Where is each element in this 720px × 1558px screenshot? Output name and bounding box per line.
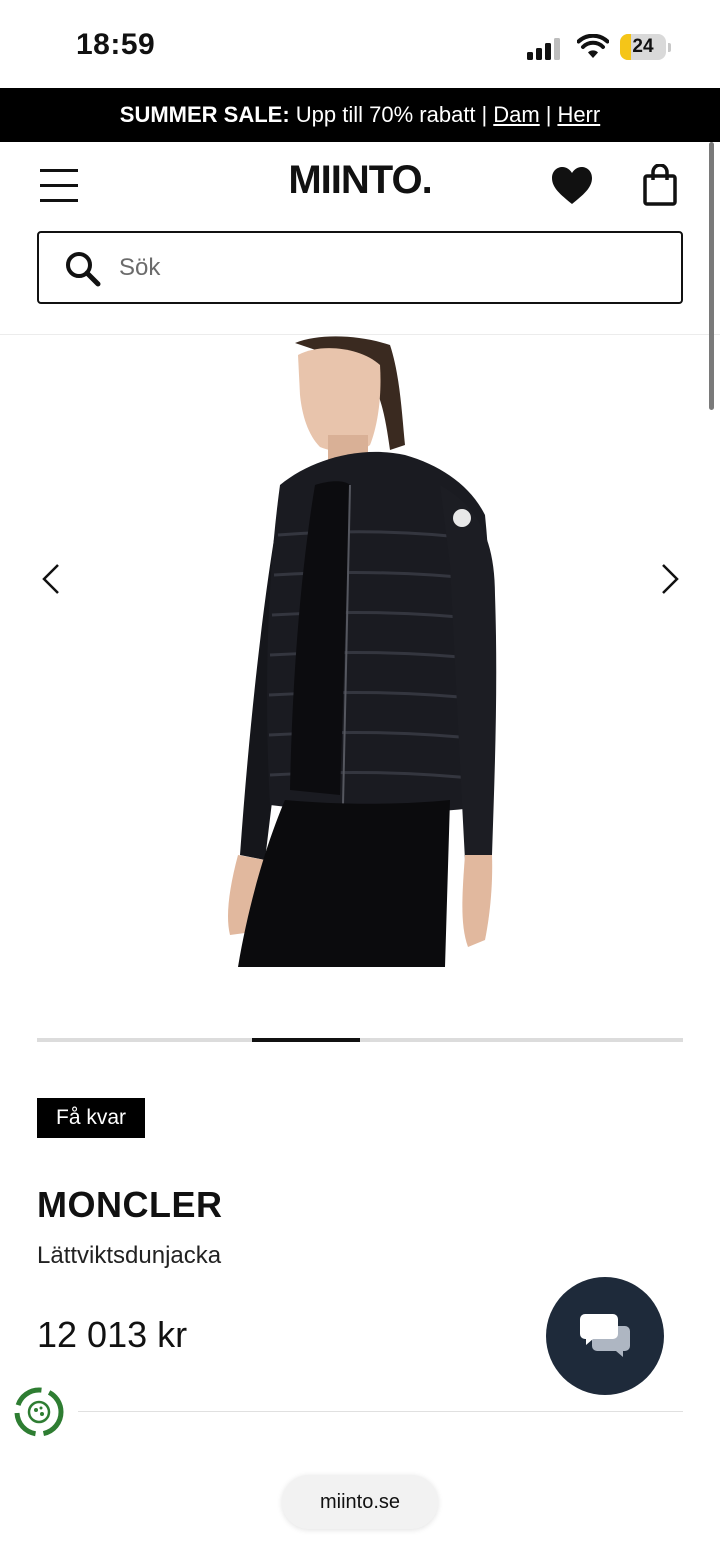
chat-icon (580, 1314, 630, 1357)
product-price: 12 013 kr (37, 1314, 188, 1355)
product-gallery[interactable] (0, 335, 720, 1025)
heart-icon[interactable] (551, 166, 593, 206)
cellular-signal-icon (527, 38, 560, 60)
battery-level: 24 (632, 36, 654, 57)
search-input[interactable] (117, 247, 661, 289)
promo-link-men[interactable]: Herr (557, 102, 600, 128)
product-name: Lättviktsdunjacka (37, 1242, 222, 1269)
promo-separator: | (481, 102, 488, 127)
recycle-icon[interactable] (12, 1385, 66, 1439)
status-time: 18:59 (76, 28, 156, 61)
promo-link-women[interactable]: Dam (493, 102, 539, 128)
promo-banner: SUMMER SALE: Upp till 70% rabatt | Dam |… (0, 88, 720, 142)
product-image[interactable] (210, 335, 510, 967)
battery-icon: 24 (620, 34, 672, 62)
status-bar: 18:59 24 (0, 0, 720, 88)
product-brand[interactable]: MONCLER (37, 1184, 223, 1226)
gallery-progress-bar (37, 1038, 683, 1042)
miinto-logo[interactable]: MIINTO. (260, 158, 460, 203)
site-header: MIINTO. (0, 142, 720, 335)
menu-icon[interactable] (40, 168, 78, 204)
chevron-right-icon[interactable] (653, 562, 683, 596)
search-icon (66, 252, 101, 287)
browser-url-bar[interactable]: miinto.se (282, 1475, 438, 1529)
chat-button[interactable] (546, 1277, 664, 1395)
promo-bold: SUMMER SALE: (119, 102, 290, 127)
search-bar[interactable] (37, 231, 683, 304)
gallery-progress-indicator (252, 1038, 360, 1042)
section-divider (78, 1411, 683, 1412)
promo-text: Upp till 70% rabatt (295, 102, 476, 127)
shopping-bag-icon[interactable] (643, 164, 677, 206)
promo-separator: | (545, 102, 552, 127)
stock-badge: Få kvar (37, 1098, 146, 1138)
wifi-icon (577, 34, 609, 58)
chevron-left-icon[interactable] (38, 562, 68, 596)
